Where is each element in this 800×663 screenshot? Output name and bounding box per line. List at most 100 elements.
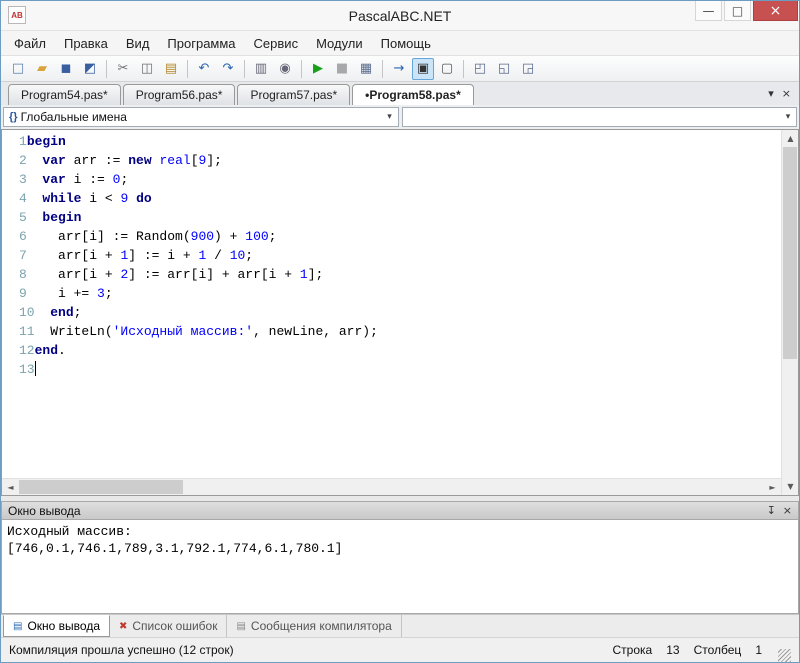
compile-icon[interactable]: ▦ [355,58,377,80]
document-tab[interactable]: Program57.pas* [237,84,351,105]
code-line[interactable]: 11 WriteLn('Исходный массив:', newLine, … [2,322,781,341]
step-icon[interactable]: → [388,58,410,80]
column-value: 1 [755,643,762,657]
status-bar: Компиляция прошла успешно (12 строк) Стр… [1,637,799,662]
copy-icon[interactable]: ◫ [136,58,158,80]
vertical-scrollbar[interactable]: ▲ ▼ [781,130,798,495]
console-icon[interactable]: ▢ [436,58,458,80]
code-line[interactable]: 12 end. [2,341,781,360]
window-design-icon[interactable]: ◱ [493,58,515,80]
code-line[interactable]: 5 begin [2,208,781,227]
output-panel-controls: ↧ × [767,504,792,517]
bottom-tab-label: Окно вывода [27,619,100,633]
chevron-down-icon[interactable]: ▾ [382,112,398,122]
code-text: begin [42,210,82,225]
code-line[interactable]: 8 arr[i + 2] := arr[i] + arr[i + 1]; [2,265,781,284]
horizontal-scroll-thumb[interactable] [19,480,183,494]
code-text: WriteLn('Исходный массив:', newLine, arr… [34,324,378,339]
pin-icon[interactable]: ↧ [767,504,776,517]
editor-main: 1 begin 2 var arr := new real[9]; 3 var i :… [2,130,781,495]
toolbar-separator [382,59,383,78]
code-line[interactable]: 6 arr[i] := Random(900) + 100; [2,227,781,246]
menu-item[interactable]: Вид [117,33,159,54]
resize-grip[interactable] [778,649,791,662]
navigation-bar: {} Глобальные имена ▾ ▾ [1,105,799,129]
vertical-scroll-track[interactable] [782,147,798,478]
cut-icon[interactable]: ✂ [112,58,134,80]
menu-bar: Файл Правка Вид Программа Сервис Модули Помощь [1,31,799,55]
save-icon[interactable]: ◼ [55,58,77,80]
toolbar-separator [187,59,188,78]
new-file-icon[interactable]: □ [7,58,29,80]
vertical-scroll-thumb[interactable] [783,147,797,359]
bottom-tab-compiler-messages[interactable]: ▤ Сообщения компилятора [227,615,402,637]
member-combobox[interactable]: ▾ [401,107,797,127]
close-button[interactable]: × [753,1,798,21]
code-line[interactable]: 3 var i := 0; [2,170,781,189]
code-line[interactable]: 10 end; [2,303,781,322]
scroll-down-icon[interactable]: ▼ [782,478,799,495]
redo-icon[interactable]: ↷ [217,58,239,80]
scroll-right-icon[interactable]: ► [764,479,781,496]
code-text: end. [34,343,66,358]
undo-icon[interactable]: ↶ [193,58,215,80]
code-line[interactable]: 4 while i < 9 do [2,189,781,208]
horizontal-scrollbar[interactable]: ◄ ► [2,478,781,495]
open-icon[interactable]: ▰ [31,58,53,80]
scope-combobox[interactable]: {} Глобальные имена ▾ [3,107,399,127]
code-line[interactable]: 13 [2,360,781,379]
menu-item[interactable]: Модули [307,33,372,54]
scope-combobox-value: Глобальные имена [20,110,127,124]
window-layout-icon[interactable]: ◲ [517,58,539,80]
bottom-tab-output[interactable]: ▤ Окно вывода [3,615,110,637]
line-number: 5 [19,210,27,225]
save-all-icon[interactable]: ◩ [79,58,101,80]
menu-item[interactable]: Помощь [372,33,440,54]
run-icon[interactable]: ▶ [307,58,329,80]
stop-icon[interactable]: ■ [331,58,353,80]
code-line[interactable]: 2 var arr := new real[9]; [2,151,781,170]
code-text: i += 3; [26,286,113,301]
code-area[interactable]: 1 begin 2 var arr := new real[9]; 3 var i :… [2,130,781,478]
code-text: arr[i + 1] := i + 1 / 10; [26,248,254,263]
document-tab[interactable]: Program54.pas* [8,84,121,105]
line-number: 3 [19,172,27,187]
tab-bar: Program54.pas* Program56.pas* Program57.pa… [1,82,799,105]
window-code-icon[interactable]: ◰ [469,58,491,80]
maximize-button[interactable]: □ [724,1,751,21]
code-text: var i := 0; [42,172,129,187]
line-number: 6 [19,229,27,244]
chevron-down-icon[interactable]: ▾ [780,112,796,122]
line-number: 8 [19,267,27,282]
output-line: Исходный массив: [7,524,132,539]
document-tab[interactable]: Program56.pas* [122,84,236,105]
scroll-left-icon[interactable]: ◄ [2,479,19,496]
minimize-button[interactable]: — [695,1,722,21]
horizontal-scroll-track[interactable] [19,479,764,495]
output-content[interactable]: Исходный массив: [746,0.1,746.1,789,3.1,7… [1,520,799,614]
menu-item[interactable]: Сервис [245,33,308,54]
close-tab-icon[interactable]: × [782,87,791,100]
code-line[interactable]: 9 i += 3; [2,284,781,303]
code-line[interactable]: 1 begin [2,132,781,151]
bottom-tab-errors[interactable]: ✖ Список ошибок [110,615,228,637]
search-icon[interactable]: ◉ [274,58,296,80]
scroll-up-icon[interactable]: ▲ [782,130,799,147]
line-number: 7 [19,248,27,263]
line-number: 10 [19,305,35,320]
window-controls: — □ × [695,1,798,21]
print-icon[interactable]: ▥ [250,58,272,80]
paste-icon[interactable]: ▤ [160,58,182,80]
menu-item[interactable]: Программа [158,33,244,54]
tab-list-chevron-icon[interactable]: ▾ [768,87,774,100]
menu-item[interactable]: Правка [55,33,117,54]
code-text: end; [50,305,82,320]
output-panel-header: Окно вывода ↧ × [1,501,799,520]
document-tab[interactable]: •Program58.pas* [352,84,474,105]
output-window-toggle-icon[interactable]: ▣ [412,57,434,80]
code-line[interactable]: 7 arr[i + 1] := i + 1 / 10; [2,246,781,265]
close-panel-icon[interactable]: × [783,504,792,517]
menu-item[interactable]: Файл [5,33,55,54]
toolbar-separator [301,59,302,78]
caret-position: Строка 13 Столбец 1 [599,643,762,657]
